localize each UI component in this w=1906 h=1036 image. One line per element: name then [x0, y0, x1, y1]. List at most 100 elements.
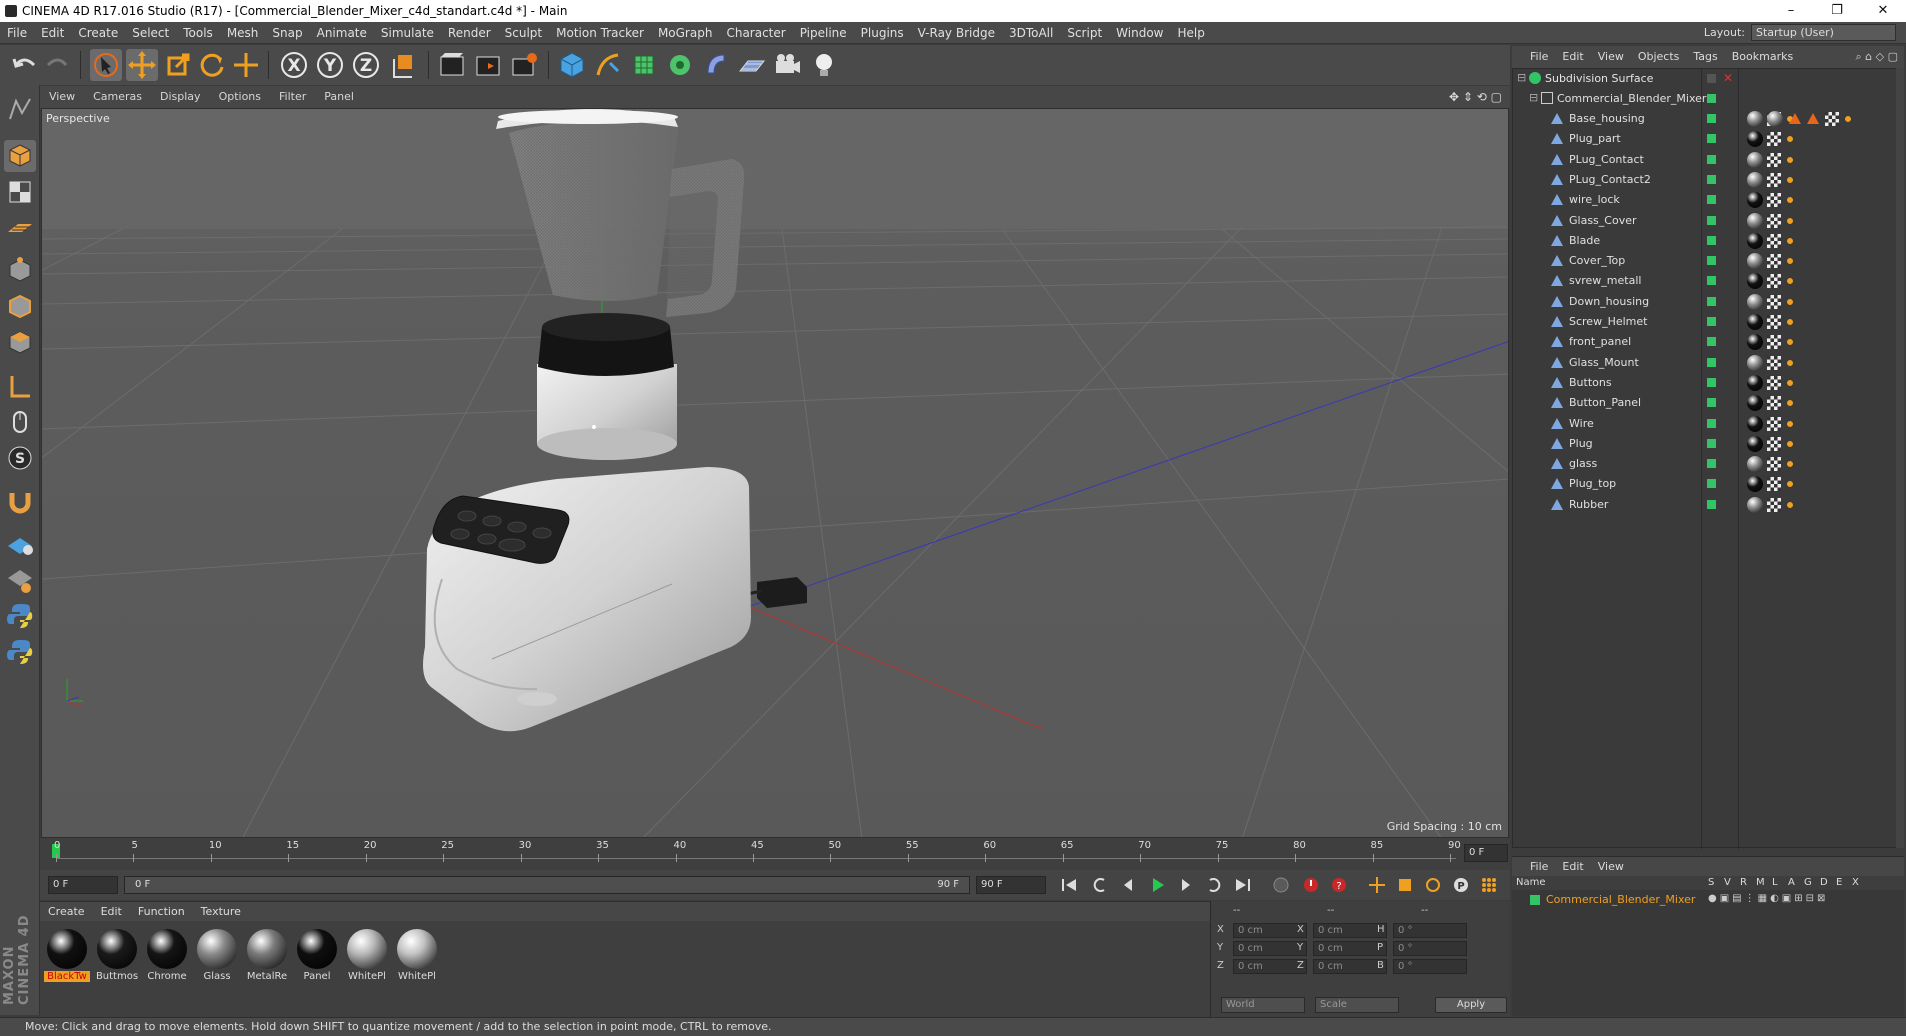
material-menu-function[interactable]: Function — [130, 902, 193, 922]
coord-value-field[interactable]: 0 cm — [1313, 923, 1387, 938]
menu-mograph[interactable]: MoGraph — [651, 22, 720, 44]
visibility-flag[interactable] — [1707, 195, 1716, 205]
menu-character[interactable]: Character — [719, 22, 792, 44]
visibility-flag[interactable] — [1707, 418, 1716, 428]
texture-tag-icon[interactable] — [1767, 152, 1781, 167]
material-tag-icon[interactable] — [1747, 415, 1763, 432]
scale-key-icon[interactable] — [1394, 875, 1416, 895]
coordinate-system-icon[interactable] — [388, 49, 420, 81]
material-tag-icon[interactable] — [1747, 212, 1763, 229]
menu-window[interactable]: Window — [1109, 22, 1170, 44]
object-menu-bookmarks[interactable]: Bookmarks — [1725, 46, 1800, 68]
material-swatch[interactable]: Buttmos — [94, 927, 140, 985]
visibility-flag[interactable] — [1707, 235, 1716, 245]
material-tag-icon[interactable] — [1747, 456, 1763, 473]
end-frame-field[interactable]: 90 F — [976, 876, 1046, 894]
material-tag-icon[interactable] — [1747, 435, 1763, 452]
transform-tool-icon[interactable] — [230, 49, 262, 81]
visibility-flag[interactable] — [1707, 154, 1716, 164]
material-tag-icon[interactable] — [1767, 111, 1783, 127]
texture-tag-icon[interactable] — [1767, 477, 1781, 492]
coord-value-field[interactable]: 0 cm — [1313, 941, 1387, 956]
range-slider[interactable]: 0 F 90 F — [124, 876, 970, 894]
phong-tag-icon[interactable] — [1785, 295, 1795, 308]
menu-motion-tracker[interactable]: Motion Tracker — [549, 22, 651, 44]
object-menu-file[interactable]: File — [1512, 46, 1555, 68]
close-button[interactable]: ✕ — [1860, 0, 1906, 22]
visibility-flag[interactable] — [1707, 296, 1716, 306]
apply-button[interactable]: Apply — [1435, 997, 1507, 1013]
texture-tag-icon[interactable] — [1767, 436, 1781, 451]
maximize-button[interactable]: ❐ — [1814, 0, 1860, 22]
menu-render[interactable]: Render — [441, 22, 498, 44]
render-view-icon[interactable] — [436, 49, 468, 81]
material-tag-icon[interactable] — [1747, 293, 1763, 310]
go-to-end-icon[interactable] — [1232, 875, 1254, 895]
material-menu-texture[interactable]: Texture — [193, 902, 249, 922]
texture-tag-icon[interactable] — [1767, 233, 1781, 248]
texture-tag-icon[interactable] — [1825, 112, 1839, 126]
viewport-menu-filter[interactable]: Filter — [270, 86, 315, 108]
material-tag-icon[interactable] — [1747, 374, 1763, 391]
texture-tag-icon[interactable] — [1767, 254, 1781, 269]
object-row-group[interactable]: ⊟ Commercial_Blender_Mixer — [1513, 89, 1903, 109]
menu-select[interactable]: Select — [125, 22, 176, 44]
position-key-icon[interactable] — [1366, 875, 1388, 895]
object-row[interactable]: PLug_Contact2 — [1513, 170, 1903, 190]
workplane-icon[interactable] — [4, 212, 36, 244]
object-manager-search-icon[interactable]: ⌕ ⌂ ◇ ▢ — [1856, 50, 1899, 64]
current-frame-field[interactable]: 0 F — [1464, 844, 1508, 862]
material-menu-create[interactable]: Create — [40, 902, 93, 922]
phong-tag-icon[interactable] — [1785, 255, 1795, 268]
y-axis-icon[interactable]: Y — [314, 49, 346, 81]
visibility-flag[interactable] — [1707, 337, 1716, 347]
phong-tag-icon[interactable] — [1785, 397, 1795, 410]
start-frame-field[interactable]: 0 F — [48, 876, 118, 894]
layer-menu-view[interactable]: View — [1591, 857, 1631, 877]
object-row[interactable]: Buttons — [1513, 373, 1903, 393]
timeline-ruler[interactable]: 0 5 10 15 20 25 30 35 40 45 50 55 60 65 70 75 80 85 90 0 F — [40, 838, 1510, 870]
material-swatch[interactable]: Chrome — [144, 927, 190, 985]
material-swatch[interactable]: WhitePl — [344, 927, 390, 985]
redo-icon[interactable] — [42, 49, 74, 81]
phong-tag-icon[interactable] — [1785, 458, 1795, 471]
coord-value-field[interactable]: 0 cm — [1233, 959, 1307, 974]
menu-create[interactable]: Create — [71, 22, 125, 44]
object-row[interactable]: Base_housing — [1513, 109, 1903, 129]
material-swatch[interactable]: Panel — [294, 927, 340, 985]
menu-script[interactable]: Script — [1060, 22, 1109, 44]
material-menu-edit[interactable]: Edit — [93, 902, 130, 922]
parameter-key-icon[interactable]: P — [1450, 875, 1472, 895]
material-tag-icon[interactable] — [1747, 232, 1763, 249]
object-row[interactable]: Wire — [1513, 414, 1903, 434]
rotate-tool-icon[interactable] — [196, 49, 228, 81]
material-tag-icon[interactable] — [1747, 354, 1763, 371]
coord-space-dropdown[interactable]: World — [1221, 997, 1305, 1013]
layer-menu-edit[interactable]: Edit — [1555, 857, 1590, 877]
model-mode-icon[interactable] — [4, 140, 36, 172]
object-row[interactable]: Plug — [1513, 434, 1903, 454]
texture-tag-icon[interactable] — [1767, 132, 1781, 147]
layer-grid-icon[interactable] — [4, 528, 36, 560]
axis-mode-icon[interactable] — [4, 370, 36, 402]
live-selection-icon[interactable] — [90, 49, 122, 81]
phong-tag-icon[interactable] — [1785, 417, 1795, 430]
menu-simulate[interactable]: Simulate — [374, 22, 441, 44]
menu-mesh[interactable]: Mesh — [220, 22, 266, 44]
z-axis-icon[interactable]: Z — [350, 49, 382, 81]
texture-tag-icon[interactable] — [1767, 193, 1781, 208]
material-tag-icon[interactable] — [1747, 476, 1763, 493]
object-row[interactable]: Down_housing — [1513, 292, 1903, 312]
phong-tag-icon[interactable] — [1785, 478, 1795, 491]
object-row[interactable]: PLug_Contact — [1513, 150, 1903, 170]
object-row[interactable]: glass — [1513, 454, 1903, 474]
menu-vray-bridge[interactable]: V-Ray Bridge — [911, 22, 1002, 44]
menu-pipeline[interactable]: Pipeline — [793, 22, 854, 44]
layer-toggle-icons[interactable]: ●▣▤⋮▦◐▣⊞⊟⊠ — [1708, 893, 1828, 904]
viewport-menu-cameras[interactable]: Cameras — [84, 86, 151, 108]
object-row[interactable]: Screw_Helmet — [1513, 312, 1903, 332]
material-swatch[interactable]: Glass — [194, 927, 240, 985]
phong-tag-icon[interactable] — [1785, 356, 1795, 369]
texture-tag-icon[interactable] — [1767, 315, 1781, 329]
object-row[interactable]: Blade — [1513, 231, 1903, 251]
